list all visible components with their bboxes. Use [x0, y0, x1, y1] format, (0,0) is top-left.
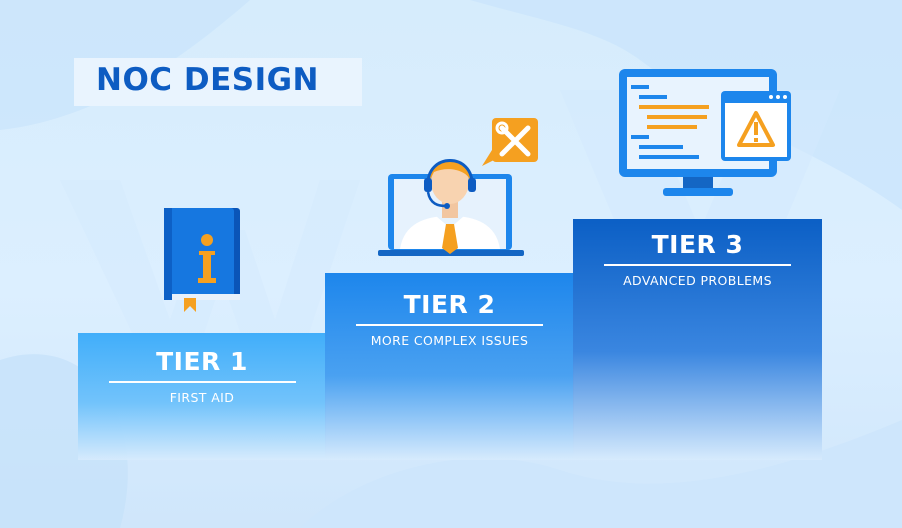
tier-2-block: TIER 2 MORE COMPLEX ISSUES — [325, 273, 574, 460]
tier-1-description: FIRST AID — [169, 390, 235, 405]
tier-1-block: TIER 1 FIRST AID — [78, 333, 326, 460]
tier-3-block: TIER 3 ADVANCED PROBLEMS — [573, 219, 822, 460]
tier-2-description: MORE COMPLEX ISSUES — [370, 333, 529, 348]
tier-3-description: ADVANCED PROBLEMS — [623, 273, 772, 288]
tier-1-divider — [109, 381, 296, 383]
tier-1-title: TIER 1 — [156, 347, 248, 376]
tier-3-title: TIER 3 — [651, 230, 744, 259]
support-agent-icon — [378, 118, 538, 256]
monitor-warning-icon — [619, 69, 791, 196]
noc-design-diagram: NOC DESIGN TIER 1 FIRST AID TIER 2 MORE … — [0, 0, 902, 528]
info-book-icon — [164, 208, 240, 312]
tier-2-divider — [356, 324, 543, 326]
tier-3-divider — [604, 264, 791, 266]
page-title: NOC DESIGN — [96, 62, 319, 98]
tier-2-title: TIER 2 — [403, 290, 496, 319]
